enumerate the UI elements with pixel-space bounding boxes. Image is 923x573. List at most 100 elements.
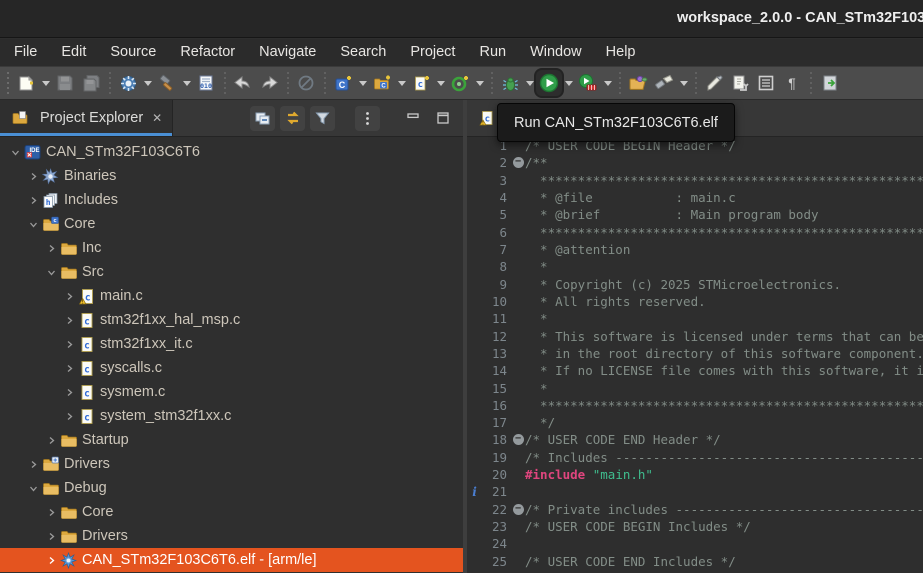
menu-edit[interactable]: Edit	[49, 39, 98, 66]
code-line-19[interactable]: 19/* Includes --------------------------…	[467, 449, 923, 466]
code-line-13[interactable]: 13 * in the root directory of this softw…	[467, 345, 923, 362]
build-dropdown[interactable]	[180, 70, 193, 96]
code-line-24[interactable]: 24	[467, 535, 923, 552]
menu-navigate[interactable]: Navigate	[247, 39, 328, 66]
new-wizard-dropdown[interactable]	[39, 70, 52, 96]
chevron-right-icon[interactable]	[62, 409, 77, 424]
code-line-9[interactable]: 9 * Copyright (c) 2025 STMicroelectronic…	[467, 276, 923, 293]
explorer-tab-close-icon[interactable]: ✕	[152, 111, 162, 125]
chevron-down-icon[interactable]	[8, 145, 23, 160]
chevron-right-icon[interactable]	[44, 433, 59, 448]
tree-item-src[interactable]: Src	[0, 260, 463, 284]
external-tools-button[interactable]	[816, 70, 842, 96]
search-button[interactable]	[651, 70, 677, 96]
code-line-23[interactable]: 23/* USER CODE BEGIN Includes */	[467, 518, 923, 535]
code-line-5[interactable]: 5 * @brief : Main program body	[467, 206, 923, 223]
new-cpp-class-button[interactable]	[447, 70, 473, 96]
tree-item-stm32f1xx-it-c[interactable]: cstm32f1xx_it.c	[0, 332, 463, 356]
skip-all-breakpoints-button[interactable]	[293, 70, 319, 96]
back-button[interactable]	[230, 70, 256, 96]
profile-dropdown[interactable]	[601, 70, 614, 96]
tree-item-drivers[interactable]: Drivers	[0, 524, 463, 548]
save-all-button[interactable]	[78, 70, 104, 96]
tree-item-startup[interactable]: Startup	[0, 428, 463, 452]
code-line-2[interactable]: 2−/**	[467, 154, 923, 171]
menu-help[interactable]: Help	[594, 39, 648, 66]
chevron-down-icon[interactable]	[44, 265, 59, 280]
collapse-all-button[interactable]	[250, 106, 275, 131]
new-cpp-project-button[interactable]: C	[369, 70, 395, 96]
fold-collapse-icon[interactable]: −	[511, 504, 525, 515]
tree-item-system-stm32f1xx-c[interactable]: csystem_stm32f1xx.c	[0, 404, 463, 428]
new-c-source-file-button[interactable]: c	[408, 70, 434, 96]
menu-source[interactable]: Source	[98, 39, 168, 66]
menu-search[interactable]: Search	[328, 39, 398, 66]
binary-counter-button[interactable]: 010	[193, 70, 219, 96]
filter-button[interactable]	[310, 106, 335, 131]
code-area[interactable]: 1/* USER CODE BEGIN Header */2−/**3 ****…	[467, 137, 923, 573]
chevron-right-icon[interactable]	[62, 337, 77, 352]
build-config-button[interactable]	[115, 70, 141, 96]
link-with-editor-button[interactable]	[727, 70, 753, 96]
tab-project-explorer[interactable]: Project Explorer ✕	[0, 100, 173, 136]
code-line-10[interactable]: 10 * All rights reserved.	[467, 293, 923, 310]
code-line-17[interactable]: 17 */	[467, 414, 923, 431]
chevron-right-icon[interactable]	[62, 361, 77, 376]
chevron-right-icon[interactable]	[44, 241, 59, 256]
title-bar[interactable]: workspace_2.0.0 - CAN_STm32F103C6T6	[0, 0, 923, 38]
tree-item-inc[interactable]: Inc	[0, 236, 463, 260]
new-c-project-dropdown[interactable]	[356, 70, 369, 96]
tree-item-can-stm32f103c6t6-elf-arm-le[interactable]: CAN_STm32F103C6T6.elf - [arm/le]	[0, 548, 463, 572]
chevron-down-icon[interactable]	[26, 217, 41, 232]
code-line-3[interactable]: 3 **************************************…	[467, 172, 923, 189]
menu-file[interactable]: File	[2, 39, 49, 66]
tree-item-includes[interactable]: hIncludes	[0, 188, 463, 212]
chevron-right-icon[interactable]	[44, 553, 59, 568]
build-config-dropdown[interactable]	[141, 70, 154, 96]
new-c-project-button[interactable]: C	[330, 70, 356, 96]
tree-item-core[interactable]: Core	[0, 500, 463, 524]
code-line-18[interactable]: 18−/* USER CODE END Header */	[467, 431, 923, 448]
code-line-8[interactable]: 8 *	[467, 258, 923, 275]
code-line-15[interactable]: 15 *	[467, 379, 923, 396]
chevron-right-icon[interactable]	[26, 457, 41, 472]
chevron-right-icon[interactable]	[26, 193, 41, 208]
chevron-right-icon[interactable]	[44, 529, 59, 544]
tree-item-stm32f1xx-hal-msp-c[interactable]: cstm32f1xx_hal_msp.c	[0, 308, 463, 332]
menu-project[interactable]: Project	[398, 39, 467, 66]
minimize-button[interactable]	[400, 106, 425, 131]
menu-run[interactable]: Run	[467, 39, 518, 66]
open-element-button[interactable]	[625, 70, 651, 96]
run-button[interactable]	[536, 70, 562, 96]
tree-item-binaries[interactable]: Binaries	[0, 164, 463, 188]
code-line-12[interactable]: 12 * This software is licensed under ter…	[467, 327, 923, 344]
new-cpp-project-dropdown[interactable]	[395, 70, 408, 96]
link-editor-sync-button[interactable]	[280, 106, 305, 131]
run-dropdown[interactable]	[562, 70, 575, 96]
tree-item-debug[interactable]: Debug	[0, 476, 463, 500]
tree-item-can-stm32f103c6t6[interactable]: IDECAN_STm32F103C6T6	[0, 140, 463, 164]
build-hammer-button[interactable]	[154, 70, 180, 96]
maximize-button[interactable]	[430, 106, 455, 131]
code-line-25[interactable]: 25/* USER CODE END Includes */	[467, 553, 923, 570]
code-line-7[interactable]: 7 * @attention	[467, 241, 923, 258]
menu-window[interactable]: Window	[518, 39, 594, 66]
code-line-4[interactable]: 4 * @file : main.c	[467, 189, 923, 206]
tree-item-drivers[interactable]: Drivers	[0, 452, 463, 476]
code-line-11[interactable]: 11 *	[467, 310, 923, 327]
mark-occurrences-button[interactable]	[701, 70, 727, 96]
code-line-6[interactable]: 6 **************************************…	[467, 224, 923, 241]
code-line-21[interactable]: i21	[467, 483, 923, 500]
chevron-down-icon[interactable]	[26, 481, 41, 496]
chevron-right-icon[interactable]	[26, 169, 41, 184]
code-line-22[interactable]: 22−/* Private includes -----------------…	[467, 501, 923, 518]
chevron-right-icon[interactable]	[62, 385, 77, 400]
code-line-20[interactable]: 20#include "main.h"	[467, 466, 923, 483]
chevron-right-icon[interactable]	[44, 505, 59, 520]
forward-button[interactable]	[256, 70, 282, 96]
view-menu-button[interactable]	[355, 106, 380, 131]
save-button[interactable]	[52, 70, 78, 96]
search-dropdown[interactable]	[677, 70, 690, 96]
fold-collapse-icon[interactable]: −	[511, 157, 525, 168]
debug-dropdown[interactable]	[523, 70, 536, 96]
